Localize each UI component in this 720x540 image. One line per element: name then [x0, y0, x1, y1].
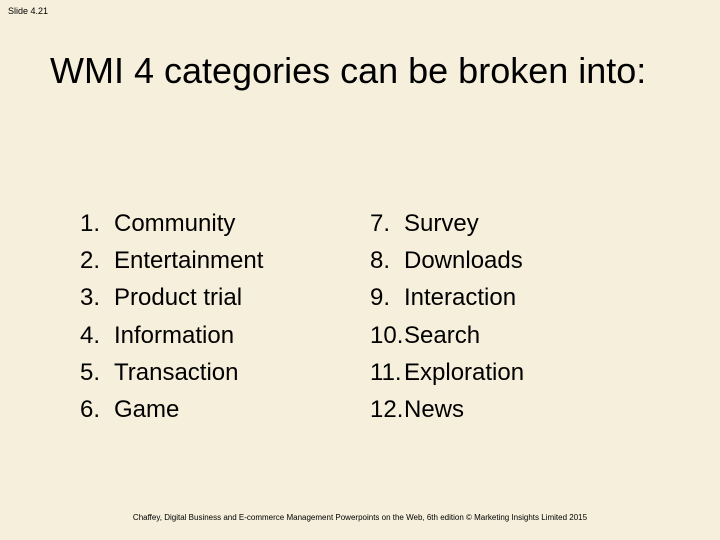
list-item: 1. Community	[80, 205, 370, 242]
list-item: 3. Product trial	[80, 279, 370, 316]
right-column: 7. Survey 8. Downloads 9. Interaction 10…	[370, 205, 660, 428]
slide-title: WMI 4 categories can be broken into:	[50, 48, 670, 93]
item-text: Search	[404, 317, 480, 354]
content-columns: 1. Community 2. Entertainment 3. Product…	[80, 205, 660, 428]
list-item: 11. Exploration	[370, 354, 660, 391]
left-column: 1. Community 2. Entertainment 3. Product…	[80, 205, 370, 428]
footer-citation: Chaffey, Digital Business and E-commerce…	[0, 513, 720, 522]
left-list: 1. Community 2. Entertainment 3. Product…	[80, 205, 370, 428]
item-text: Entertainment	[114, 242, 263, 279]
item-number: 11.	[370, 354, 404, 391]
list-item: 2. Entertainment	[80, 242, 370, 279]
item-text: Survey	[404, 205, 479, 242]
item-number: 8.	[370, 242, 404, 279]
slide: Slide 4.21 WMI 4 categories can be broke…	[0, 0, 720, 540]
item-number: 4.	[80, 317, 114, 354]
item-text: Game	[114, 391, 179, 428]
list-item: 12. News	[370, 391, 660, 428]
item-number: 7.	[370, 205, 404, 242]
item-number: 10.	[370, 317, 404, 354]
item-number: 12.	[370, 391, 404, 428]
list-item: 5. Transaction	[80, 354, 370, 391]
item-text: Downloads	[404, 242, 523, 279]
list-item: 10. Search	[370, 317, 660, 354]
item-text: Interaction	[404, 279, 516, 316]
item-number: 6.	[80, 391, 114, 428]
list-item: 8. Downloads	[370, 242, 660, 279]
item-text: Transaction	[114, 354, 239, 391]
item-text: Information	[114, 317, 234, 354]
list-item: 7. Survey	[370, 205, 660, 242]
item-number: 1.	[80, 205, 114, 242]
list-item: 6. Game	[80, 391, 370, 428]
item-text: Product trial	[114, 279, 242, 316]
item-number: 5.	[80, 354, 114, 391]
item-number: 2.	[80, 242, 114, 279]
right-list: 7. Survey 8. Downloads 9. Interaction 10…	[370, 205, 660, 428]
item-text: Exploration	[404, 354, 524, 391]
slide-number: Slide 4.21	[8, 6, 48, 16]
list-item: 9. Interaction	[370, 279, 660, 316]
item-text: Community	[114, 205, 235, 242]
item-number: 3.	[80, 279, 114, 316]
item-text: News	[404, 391, 464, 428]
list-item: 4. Information	[80, 317, 370, 354]
item-number: 9.	[370, 279, 404, 316]
